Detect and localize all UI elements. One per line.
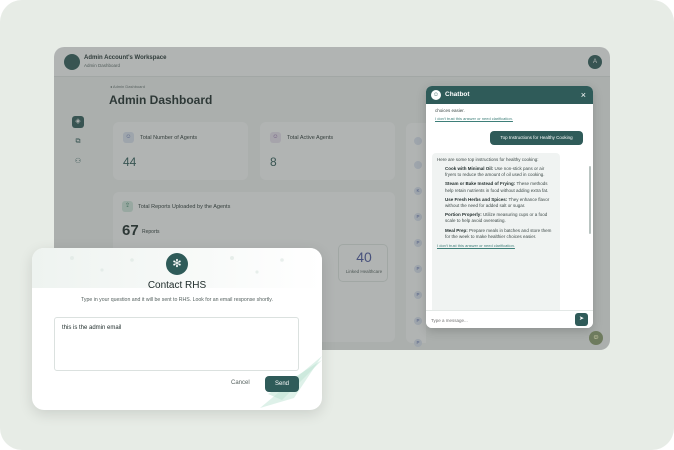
tip-item: Steam or Bake Instead of Frying: These m… (445, 181, 549, 193)
contact-modal: ✻ Contact RHS Type in your question and … (32, 248, 322, 410)
trust-link[interactable]: I don't trust this answer or need clarif… (435, 116, 513, 121)
trust-link[interactable]: I don't trust this answer or need clarif… (437, 243, 555, 248)
chat-messages[interactable]: choices easier. I don't trust this answe… (426, 104, 593, 310)
chat-input[interactable] (431, 314, 566, 326)
message-field[interactable]: this is the admin email (54, 317, 299, 371)
tip-item: Cook with Minimal Oil: Use non-stick pan… (445, 166, 545, 178)
tip-item: Portion Properly: Utilize measuring cups… (445, 212, 548, 224)
tip-item: Meal Prep: Prepare meals in batches and … (445, 227, 552, 239)
modal-description: Type in your question and it will be sen… (81, 297, 273, 303)
chatbot-logo-icon: ☺ (431, 90, 441, 100)
send-button[interactable]: Send (265, 376, 299, 392)
chatbot-toggle-button[interactable]: ☺ (589, 331, 603, 345)
chatbot-title: Chatbot (445, 91, 470, 98)
rhs-logo-icon: ✻ (166, 253, 188, 275)
chatbot-header: ☺ Chatbot × (426, 86, 593, 104)
bot-message: Here are some top instructions for healt… (432, 153, 560, 310)
user-message: Top Instructions for Healthy Cooking (490, 131, 583, 145)
chatbot-panel: ☺ Chatbot × choices easier. I don't trus… (426, 86, 593, 328)
cancel-button[interactable]: Cancel (231, 380, 250, 386)
close-icon[interactable]: × (581, 89, 586, 101)
tip-item: Use Fresh Herbs and Spices: They enhance… (445, 196, 550, 209)
modal-title: Contact RHS (147, 280, 207, 291)
chat-input-bar: ➤ (426, 310, 593, 328)
previous-message-tail: choices easier. (435, 108, 465, 113)
scrollbar[interactable] (589, 166, 591, 234)
bot-intro: Here are some top instructions for healt… (437, 157, 539, 162)
send-icon[interactable]: ➤ (575, 313, 588, 326)
